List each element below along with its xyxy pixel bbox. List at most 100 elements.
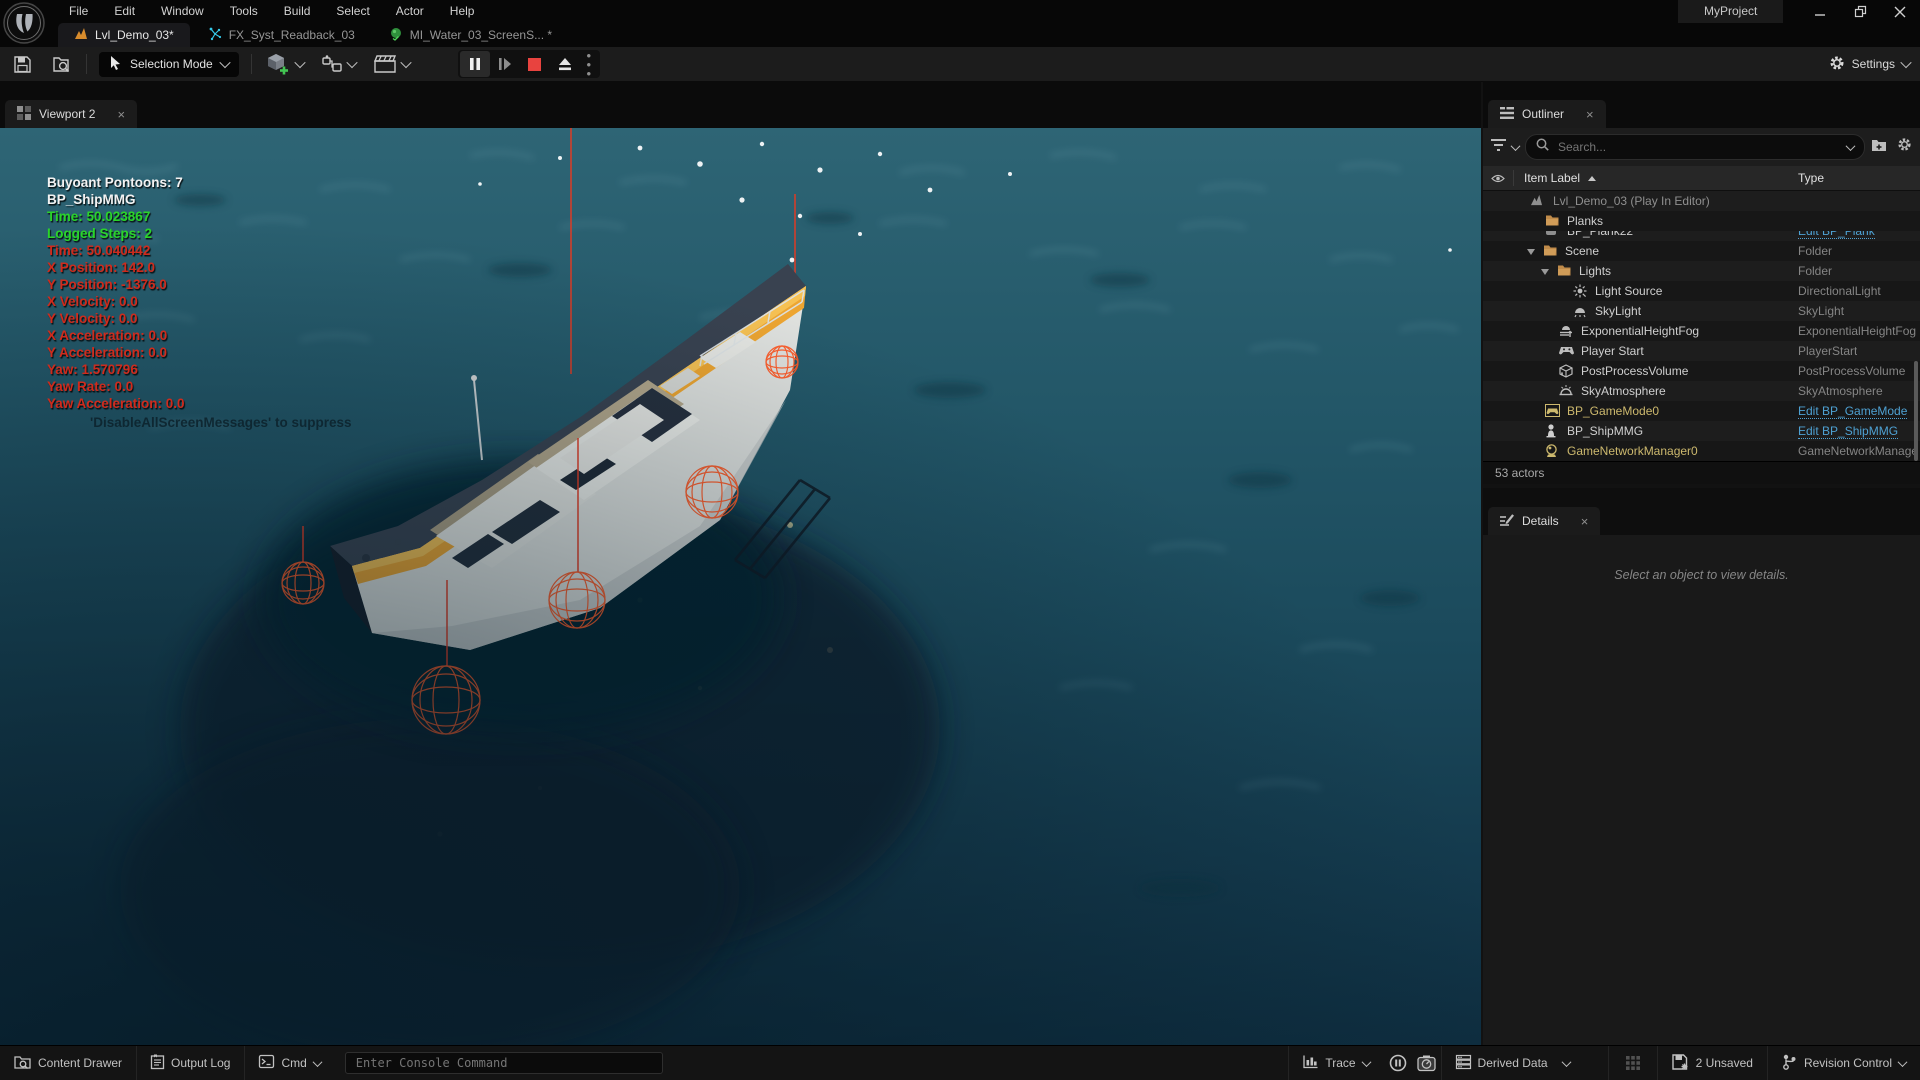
postprocess-volume-icon xyxy=(1559,364,1573,378)
chevron-down-icon xyxy=(1898,1057,1908,1067)
eject-button[interactable] xyxy=(550,51,580,77)
content-drawer-button[interactable]: Content Drawer xyxy=(0,1046,136,1080)
debug-line: Yaw Rate: 0.0 xyxy=(47,378,185,395)
details-panel: Details × Select an object to view detai… xyxy=(1483,488,1920,1046)
close-button[interactable] xyxy=(1880,0,1920,23)
pawn-icon xyxy=(1545,424,1559,438)
outliner-row-ship[interactable]: BP_ShipMMG Edit BP_ShipMMG xyxy=(1483,421,1920,441)
viewport-grid-icon xyxy=(17,106,31,123)
selection-mode-dropdown[interactable]: Selection Mode xyxy=(99,52,239,77)
minimize-button[interactable] xyxy=(1800,0,1840,23)
outliner-row-gamemode[interactable]: BP_GameMode0 Edit BP_GameMode xyxy=(1483,401,1920,421)
trace-snapshot-button[interactable] xyxy=(1412,1046,1441,1080)
outliner-scrollbar[interactable] xyxy=(1914,361,1918,461)
output-log-button[interactable]: Output Log xyxy=(137,1046,244,1080)
terminal-icon xyxy=(259,1055,274,1071)
debug-line: Yaw Acceleration: 0.0 xyxy=(47,395,185,412)
menu-help[interactable]: Help xyxy=(437,0,488,23)
blueprints-button[interactable] xyxy=(316,51,362,77)
outliner-settings-gear-icon[interactable] xyxy=(1897,137,1912,157)
eye-icon[interactable] xyxy=(1483,170,1514,186)
menu-tools[interactable]: Tools xyxy=(217,0,271,23)
tab-niagara-system[interactable]: FX_Syst_Readback_03 xyxy=(192,23,371,47)
outliner-row-plank-clipped[interactable]: BP_Plank22 Edit BP_Plank xyxy=(1483,231,1920,241)
save-button[interactable] xyxy=(8,51,37,77)
outliner-row-sky-atmosphere[interactable]: SkyAtmosphere SkyAtmosphere xyxy=(1483,381,1920,401)
menu-actor[interactable]: Actor xyxy=(383,0,437,23)
skylight-icon xyxy=(1573,304,1587,318)
outliner-header[interactable]: Item Label Type xyxy=(1483,166,1920,191)
edit-blueprint-link[interactable]: Edit BP_ShipMMG xyxy=(1798,424,1898,439)
debug-stats-overlay: Buyoant Pontoons: 7 BP_ShipMMG Time: 50.… xyxy=(47,174,185,412)
settings-dropdown[interactable]: Settings xyxy=(1829,47,1910,81)
tab-viewport-2[interactable]: Viewport 2 × xyxy=(5,100,137,128)
revision-control-dropdown[interactable]: Revision Control xyxy=(1768,1046,1920,1080)
trace-pause-button[interactable] xyxy=(1384,1046,1412,1080)
column-type[interactable]: Type xyxy=(1798,171,1824,185)
viewport-panel: Viewport 2 × xyxy=(0,81,1481,1046)
outliner-row-fog[interactable]: ExponentialHeightFog ExponentialHeightFo… xyxy=(1483,321,1920,341)
cinematics-button[interactable] xyxy=(368,51,416,77)
menu-select[interactable]: Select xyxy=(323,0,382,23)
close-icon[interactable]: × xyxy=(1581,514,1589,529)
search-input[interactable] xyxy=(1556,139,1840,155)
console-command-input[interactable] xyxy=(345,1052,663,1074)
network-manager-icon xyxy=(1545,444,1559,458)
outliner-row-lights[interactable]: Lights Folder xyxy=(1483,261,1920,281)
pause-button[interactable] xyxy=(460,51,490,77)
expander-arrow-icon[interactable] xyxy=(1541,269,1549,275)
chevron-down-icon xyxy=(1561,1057,1571,1067)
column-item-label[interactable]: Item Label xyxy=(1524,171,1580,185)
edit-blueprint-link[interactable]: Edit BP_GameMode xyxy=(1798,404,1907,419)
menu-edit[interactable]: Edit xyxy=(101,0,148,23)
debug-line: Yaw: 1.570796 xyxy=(47,361,185,378)
outliner-row-planks[interactable]: Planks xyxy=(1483,211,1920,231)
viewport-3d-scene[interactable]: Buyoant Pontoons: 7 BP_ShipMMG Time: 50.… xyxy=(0,128,1481,1046)
outliner-list-icon xyxy=(1500,107,1514,122)
outliner-row-skylight[interactable]: SkyLight SkyLight xyxy=(1483,301,1920,321)
edit-blueprint-link[interactable]: Edit BP_Plank xyxy=(1798,231,1875,239)
tab-details[interactable]: Details × xyxy=(1488,507,1600,535)
console-input[interactable] xyxy=(354,1055,654,1071)
tab-outliner[interactable]: Outliner × xyxy=(1488,100,1606,128)
material-icon xyxy=(389,27,403,44)
chevron-down-icon[interactable] xyxy=(1511,141,1521,151)
trace-dropdown[interactable]: Trace xyxy=(1289,1046,1383,1080)
new-folder-icon[interactable] xyxy=(1871,138,1887,157)
menu-file[interactable]: File xyxy=(56,0,101,23)
outliner-search[interactable] xyxy=(1525,134,1865,160)
tab-level[interactable]: Lvl_Demo_03* xyxy=(58,23,190,47)
menu-window[interactable]: Window xyxy=(148,0,217,23)
add-actor-button[interactable] xyxy=(260,51,310,77)
expander-arrow-icon[interactable] xyxy=(1527,249,1535,255)
outliner-row-network-manager[interactable]: GameNetworkManager0 GameNetworkManager xyxy=(1483,441,1920,461)
search-icon xyxy=(1536,138,1549,156)
chevron-down-icon xyxy=(400,57,411,68)
frame-skip-button[interactable] xyxy=(490,51,520,77)
outliner-row-postprocess[interactable]: PostProcessVolume PostProcessVolume xyxy=(1483,361,1920,381)
unreal-engine-logo-icon[interactable] xyxy=(3,2,45,44)
restore-button[interactable] xyxy=(1840,0,1880,23)
outliner-row-light-source[interactable]: Light Source DirectionalLight xyxy=(1483,281,1920,301)
close-icon[interactable]: × xyxy=(117,107,125,122)
debug-line: Buyoant Pontoons: 7 xyxy=(47,174,185,191)
filter-icon[interactable] xyxy=(1491,138,1506,156)
chevron-down-icon[interactable] xyxy=(1846,141,1856,151)
screen-message-remnant: 'DisableAllScreenMessages' to suppress xyxy=(90,415,352,430)
browse-content-button[interactable] xyxy=(47,51,78,77)
unsaved-changes-button[interactable]: 2 Unsaved xyxy=(1658,1046,1767,1080)
insights-grid-icon[interactable] xyxy=(1609,1046,1657,1080)
tab-material-instance[interactable]: MI_Water_03_ScreenS... * xyxy=(373,23,568,47)
play-options-kebab-icon[interactable]: ••• xyxy=(580,51,598,77)
debug-line: Y Velocity: 0.0 xyxy=(47,310,185,327)
stop-button[interactable] xyxy=(520,51,550,77)
menu-build[interactable]: Build xyxy=(271,0,324,23)
outliner-row-world[interactable]: Lvl_Demo_03 (Play In Editor) xyxy=(1483,191,1920,211)
chevron-down-icon xyxy=(1900,57,1911,68)
derived-data-dropdown[interactable]: Derived Data xyxy=(1442,1046,1584,1080)
outliner-row-player-start[interactable]: Player Start PlayerStart xyxy=(1483,341,1920,361)
close-icon[interactable]: × xyxy=(1586,107,1594,122)
outliner-row-scene[interactable]: Scene Folder xyxy=(1483,241,1920,261)
sky-atmosphere-icon xyxy=(1559,384,1573,398)
cmd-dropdown[interactable]: Cmd xyxy=(245,1046,334,1080)
